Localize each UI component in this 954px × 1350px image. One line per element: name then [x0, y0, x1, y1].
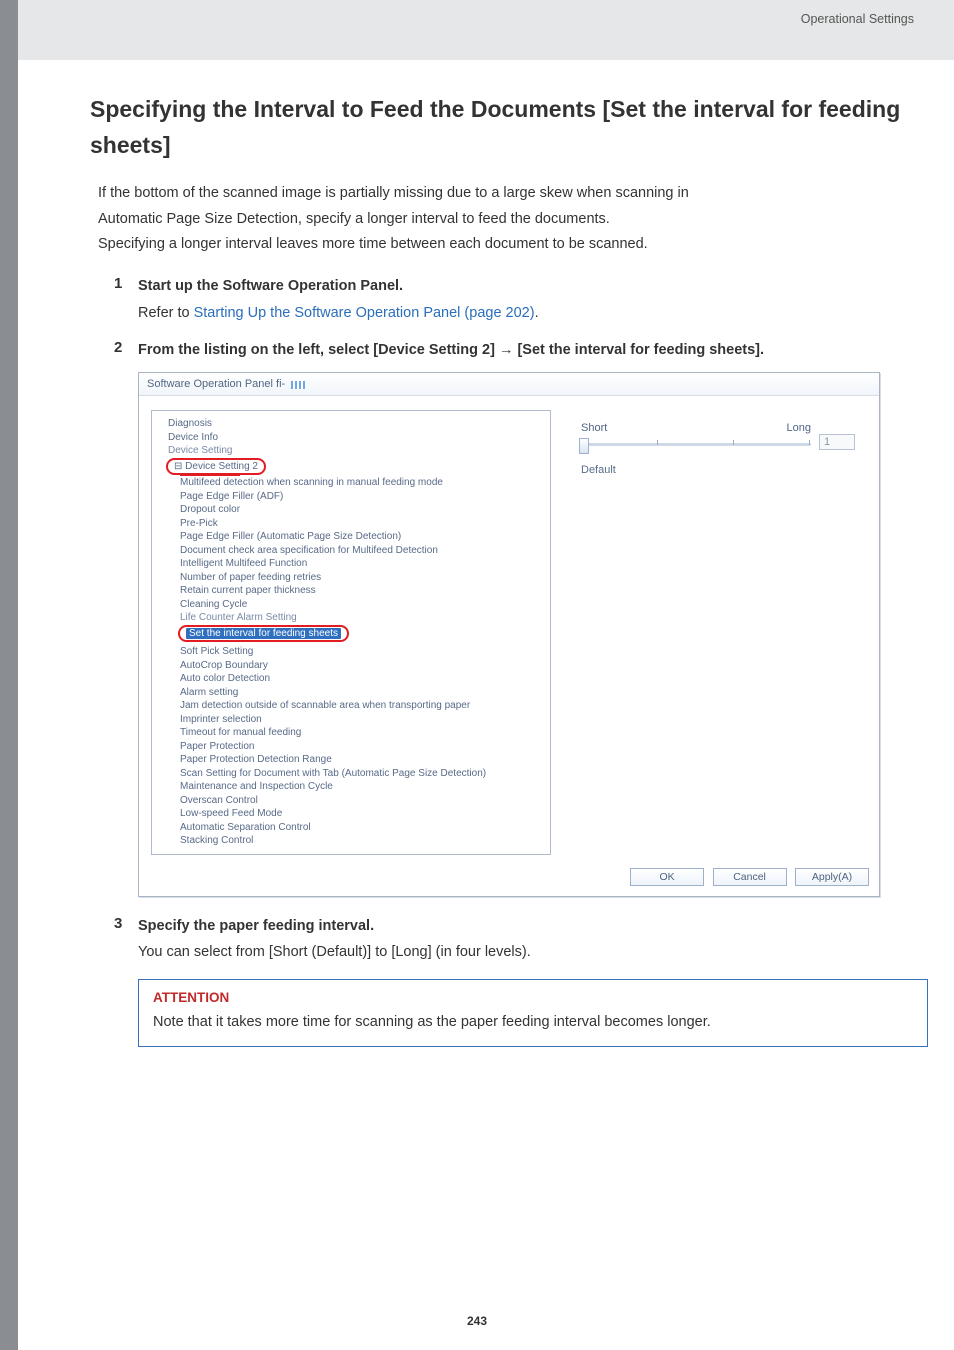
tree-item[interactable]: Jam detection outside of scannable area … [162, 699, 544, 713]
settings-tree[interactable]: Diagnosis Device Info Device Setting ⊟ D… [151, 410, 551, 855]
tree-device-info[interactable]: Device Info [162, 431, 544, 445]
intro-line3: Specifying a longer interval leaves more… [98, 236, 648, 252]
tree-item[interactable]: Overscan Control [162, 794, 544, 808]
tree-item[interactable]: Stacking Control [162, 834, 544, 848]
intro-line2: Automatic Page Size Detection, specify a… [98, 211, 610, 227]
tree-item[interactable]: Intelligent Multifeed Function [162, 557, 544, 571]
slider-knob[interactable] [579, 438, 589, 454]
interval-slider[interactable] [581, 443, 811, 446]
tree-item[interactable]: Low-speed Feed Mode [162, 807, 544, 821]
step1-number: 1 [114, 275, 138, 325]
tree-item[interactable]: AutoCrop Boundary [162, 659, 544, 673]
tree-item[interactable]: Timeout for manual feeding [162, 726, 544, 740]
header-category: Operational Settings [801, 12, 914, 26]
tree-item[interactable]: Paper Protection Detection Range [162, 753, 544, 767]
tree-item[interactable]: Multifeed detection when scanning in man… [162, 476, 544, 490]
tree-item[interactable]: Document check area specification for Mu… [162, 544, 544, 558]
step1-text-prefix: Refer to [138, 305, 194, 321]
tree-selected-highlight[interactable]: Set the interval for feeding sheets [178, 625, 349, 643]
ok-button[interactable]: OK [630, 868, 704, 886]
software-operation-panel-window: Software Operation Panel fi- Diagnosis D… [138, 372, 880, 897]
tree-item[interactable]: Imprinter selection [162, 713, 544, 727]
step3-number: 3 [114, 915, 138, 965]
tree-diagnosis[interactable]: Diagnosis [162, 417, 544, 431]
intro-line1: If the bottom of the scanned image is pa… [98, 185, 689, 201]
step1-title: Start up the Software Operation Panel. [138, 275, 902, 298]
attention-text: Note that it takes more time for scannin… [153, 1011, 913, 1034]
tree-item[interactable]: Number of paper feeding retries [162, 571, 544, 585]
step3-title: Specify the paper feeding interval. [138, 915, 902, 938]
page-title: Specifying the Interval to Feed the Docu… [90, 92, 902, 163]
default-label: Default [581, 464, 855, 476]
tree-item[interactable]: Retain current paper thickness [162, 584, 544, 598]
step1-link[interactable]: Starting Up the Software Operation Panel… [194, 305, 535, 321]
tree-item[interactable]: Pre-Pick [162, 517, 544, 531]
tree-item[interactable]: Scan Setting for Document with Tab (Auto… [162, 767, 544, 781]
step3-text: You can select from [Short (Default)] to… [138, 940, 902, 965]
apply-button[interactable]: Apply(A) [795, 868, 869, 886]
tree-item[interactable]: Paper Protection [162, 740, 544, 754]
title-decor-icon [291, 381, 305, 389]
tree-item[interactable]: Soft Pick Setting [162, 645, 544, 659]
tree-item[interactable]: Auto color Detection [162, 672, 544, 686]
tree-device-setting-2-highlight[interactable]: ⊟ Device Setting 2 [166, 458, 266, 476]
step2-title: From the listing on the left, select [De… [138, 339, 902, 362]
tree-item[interactable]: Automatic Separation Control [162, 821, 544, 835]
tree-item[interactable]: Dropout color [162, 503, 544, 517]
step1-text-suffix: . [535, 305, 539, 321]
tree-item[interactable]: Page Edge Filler (Automatic Page Size De… [162, 530, 544, 544]
slider-label-long: Long [787, 422, 811, 434]
tree-item[interactable]: Cleaning Cycle [162, 598, 544, 612]
slider-value: 1 [819, 434, 855, 450]
page-number: 243 [0, 1314, 954, 1328]
attention-callout: ATTENTION Note that it takes more time f… [138, 979, 928, 1047]
cancel-button[interactable]: Cancel [713, 868, 787, 886]
tree-selected-item[interactable]: Set the interval for feeding sheets [186, 628, 341, 639]
tree-item-struck: Life Counter Alarm Setting [162, 611, 544, 625]
slider-label-short: Short [581, 422, 607, 434]
sop-window-title: Software Operation Panel fi- [147, 378, 285, 390]
step2-number: 2 [114, 339, 138, 362]
tree-item[interactable]: Page Edge Filler (ADF) [162, 490, 544, 504]
attention-heading: ATTENTION [153, 990, 913, 1005]
tree-device-setting-struck: Device Setting [162, 444, 544, 458]
tree-item[interactable]: Maintenance and Inspection Cycle [162, 780, 544, 794]
tree-item[interactable]: Alarm setting [162, 686, 544, 700]
